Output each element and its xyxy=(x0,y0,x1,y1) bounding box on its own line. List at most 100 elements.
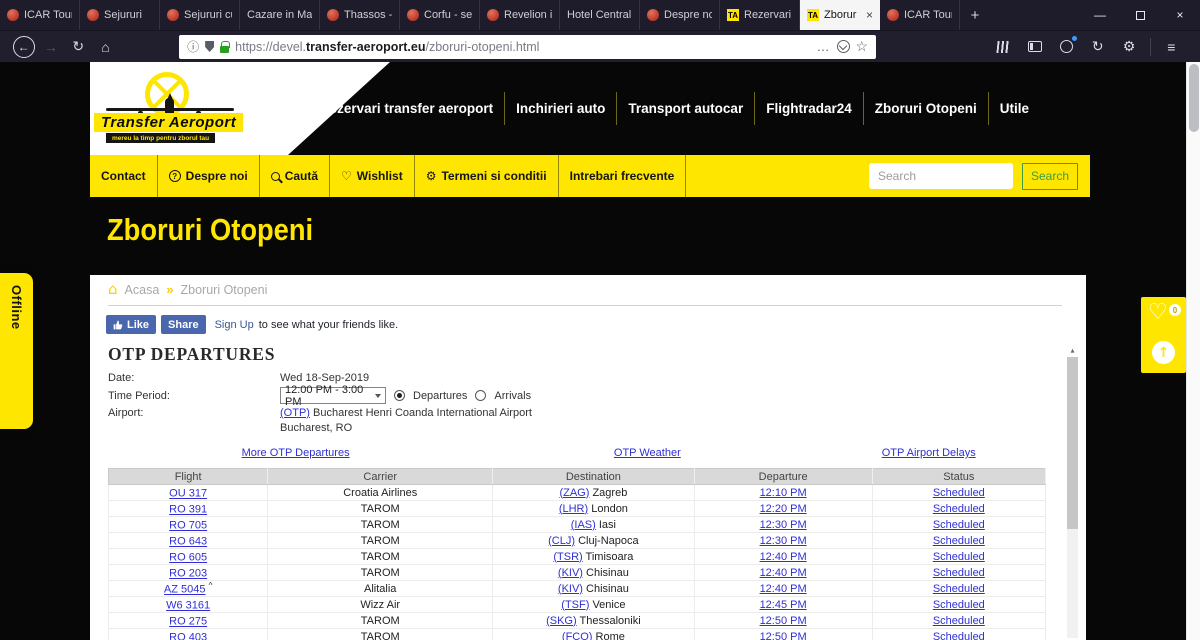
nav-item-transport[interactable]: Transport autocar xyxy=(616,92,754,125)
departure-time-link[interactable]: 12:30 PM xyxy=(760,535,807,547)
browser-tab[interactable]: Thassos - xyxy=(320,0,400,30)
departures-radio-label[interactable]: Departures xyxy=(413,390,467,402)
page-info-icon[interactable]: ⓘ xyxy=(187,38,199,55)
departure-time-link[interactable]: 12:40 PM xyxy=(760,551,807,563)
flight-link[interactable]: RO 643 xyxy=(169,536,207,548)
destination-code-link[interactable]: (TSR) xyxy=(553,551,582,563)
menu-item-cauta[interactable]: Caută xyxy=(260,155,330,197)
destination-code-link[interactable]: (TSF) xyxy=(561,599,589,611)
search-button[interactable]: Search xyxy=(1022,163,1078,190)
frame-scrollbar[interactable]: ▲ xyxy=(1067,344,1078,638)
nav-item-utile[interactable]: Utile xyxy=(988,92,1040,125)
destination-code-link[interactable]: (LHR) xyxy=(559,503,588,515)
address-bar[interactable]: ⓘ https://devel.transfer-aeroport.eu/zbo… xyxy=(179,35,876,59)
page-actions-icon[interactable]: … xyxy=(817,39,831,54)
settings-button[interactable]: ⚙ xyxy=(1116,34,1141,60)
status-link[interactable]: Scheduled xyxy=(933,583,985,595)
flight-link[interactable]: RO 403 xyxy=(169,632,207,640)
menu-item-termeni[interactable]: ⚙Termeni si conditii xyxy=(415,155,559,197)
forward-button[interactable]: → xyxy=(37,34,64,60)
status-link[interactable]: Scheduled xyxy=(933,519,985,531)
browser-tab[interactable]: Revelion i xyxy=(480,0,560,30)
browser-tab[interactable]: Corfu - se xyxy=(400,0,480,30)
menu-item-wishlist[interactable]: ♡Wishlist xyxy=(330,155,415,197)
nav-item-zboruri[interactable]: Zboruri Otopeni xyxy=(863,92,988,125)
browser-tab[interactable]: TARezervari t xyxy=(720,0,800,30)
browser-tab[interactable]: Sejururi xyxy=(80,0,160,30)
status-link[interactable]: Scheduled xyxy=(933,535,985,547)
destination-code-link[interactable]: (KIV) xyxy=(558,583,583,595)
browser-tab[interactable]: Cazare in Man xyxy=(240,0,320,30)
nav-item-flightradar[interactable]: Flightradar24 xyxy=(754,92,863,125)
airport-code-link[interactable]: (OTP) xyxy=(280,407,310,419)
account-button[interactable] xyxy=(1054,34,1079,60)
destination-code-link[interactable]: (ZAG) xyxy=(559,487,589,499)
status-link[interactable]: Scheduled xyxy=(933,551,985,563)
library-button[interactable] xyxy=(991,34,1016,60)
scroll-up-icon[interactable]: ▲ xyxy=(1067,344,1078,357)
flight-link[interactable]: AZ 5045 xyxy=(164,584,206,596)
minimize-button[interactable]: — xyxy=(1080,0,1120,30)
arrivals-radio[interactable] xyxy=(475,390,486,401)
secure-lock-icon[interactable] xyxy=(220,46,229,53)
departure-time-link[interactable]: 12:50 PM xyxy=(760,631,807,640)
status-link[interactable]: Scheduled xyxy=(933,567,985,579)
sidebar-button[interactable] xyxy=(1022,34,1047,60)
search-input[interactable] xyxy=(869,163,1013,189)
flight-link[interactable]: RO 203 xyxy=(169,568,207,580)
home-button[interactable]: ⌂ xyxy=(92,34,119,60)
wishlist-heart-icon[interactable]: ♡ xyxy=(1148,300,1168,325)
pocket-icon[interactable] xyxy=(837,40,850,53)
maximize-button[interactable] xyxy=(1120,0,1160,30)
reload-button[interactable]: ↻ xyxy=(65,34,92,60)
flight-link[interactable]: RO 391 xyxy=(169,504,207,516)
destination-code-link[interactable]: (KIV) xyxy=(558,567,583,579)
flight-link[interactable]: RO 705 xyxy=(169,520,207,532)
browser-tab[interactable]: Hotel Central xyxy=(560,0,640,30)
sync-button[interactable]: ↻ xyxy=(1085,34,1110,60)
departure-time-link[interactable]: 12:40 PM xyxy=(760,583,807,595)
tracking-protection-icon[interactable] xyxy=(205,41,214,52)
facebook-like-button[interactable]: Like xyxy=(106,315,156,334)
destination-code-link[interactable]: (CLJ) xyxy=(548,535,575,547)
arrivals-radio-label[interactable]: Arrivals xyxy=(494,390,531,402)
weather-link[interactable]: OTP Weather xyxy=(614,447,681,459)
scroll-to-top-button[interactable]: ↑ xyxy=(1152,341,1175,364)
flight-link[interactable]: RO 605 xyxy=(169,552,207,564)
departure-time-link[interactable]: 12:40 PM xyxy=(760,567,807,579)
page-scrollbar-thumb[interactable] xyxy=(1189,64,1199,132)
status-link[interactable]: Scheduled xyxy=(933,631,985,640)
delays-link[interactable]: OTP Airport Delays xyxy=(882,447,976,459)
destination-code-link[interactable]: (FCO) xyxy=(562,631,593,640)
more-departures-link[interactable]: More OTP Departures xyxy=(242,447,350,459)
url-text[interactable]: https://devel.transfer-aeroport.eu/zboru… xyxy=(235,40,810,54)
status-link[interactable]: Scheduled xyxy=(933,487,985,499)
departure-time-link[interactable]: 12:30 PM xyxy=(760,519,807,531)
departures-radio[interactable] xyxy=(394,390,405,401)
status-link[interactable]: Scheduled xyxy=(933,599,985,611)
breadcrumb-home-link[interactable]: Acasa xyxy=(125,283,160,297)
browser-tab[interactable]: Despre no xyxy=(640,0,720,30)
departure-time-link[interactable]: 12:45 PM xyxy=(760,599,807,611)
flight-link[interactable]: OU 317 xyxy=(169,488,207,500)
departure-time-link[interactable]: 12:20 PM xyxy=(760,503,807,515)
facebook-signup-link[interactable]: Sign Up xyxy=(215,319,254,331)
home-icon[interactable]: ⌂ xyxy=(108,282,118,297)
status-link[interactable]: Scheduled xyxy=(933,615,985,627)
offline-side-tab[interactable]: Offline xyxy=(0,273,33,429)
frame-scrollbar-thumb[interactable] xyxy=(1067,357,1078,529)
page-scrollbar[interactable] xyxy=(1186,62,1200,640)
flight-link[interactable]: RO 275 xyxy=(169,616,207,628)
nav-item-rezervari[interactable]: Rezervari transfer aeroport xyxy=(309,92,504,125)
back-button[interactable]: ← xyxy=(10,34,37,60)
menu-item-intrebari[interactable]: Intrebari frecvente xyxy=(559,155,687,197)
nav-item-inchirieri[interactable]: Inchirieri auto xyxy=(504,92,616,125)
time-period-select[interactable]: 12:00 PM - 3:00 PM xyxy=(280,387,386,404)
browser-tab[interactable]: Sejururi cu xyxy=(160,0,240,30)
close-tab-icon[interactable]: × xyxy=(864,8,873,22)
new-tab-button[interactable]: + xyxy=(960,0,990,30)
destination-code-link[interactable]: (IAS) xyxy=(571,519,596,531)
departure-time-link[interactable]: 12:10 PM xyxy=(760,487,807,499)
browser-tab[interactable]: ICAR Tour xyxy=(0,0,80,30)
close-window-button[interactable]: × xyxy=(1160,0,1200,30)
